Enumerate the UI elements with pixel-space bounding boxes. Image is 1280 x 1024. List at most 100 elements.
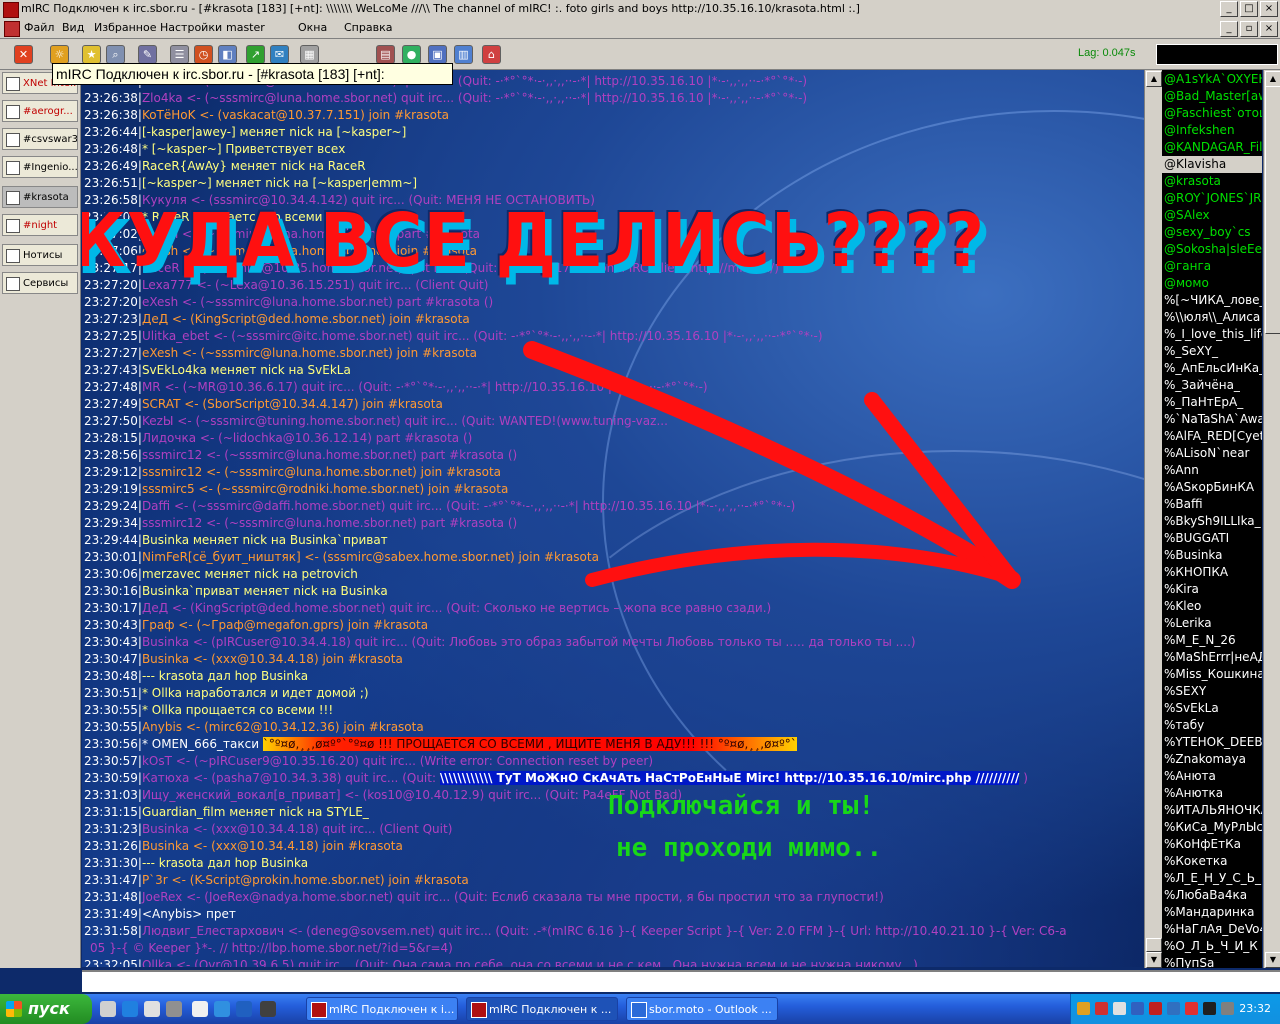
nick-item[interactable]: %Lerika — [1164, 615, 1212, 632]
maximize-button[interactable]: □ — [1240, 1, 1258, 17]
menu-master[interactable]: master — [226, 21, 265, 34]
network-icon[interactable] — [1131, 1002, 1144, 1015]
nick-item[interactable]: %КоНфЕтКа — [1164, 836, 1241, 853]
menu-favorites[interactable]: Избранное — [94, 21, 156, 34]
chat-window[interactable]: 23:26:36|Zlo4ka <- (~sssmirc@luna.home.s… — [82, 70, 1144, 967]
nick-item[interactable]: %Ann — [1164, 462, 1199, 479]
favorites-icon[interactable]: ★ — [82, 45, 101, 64]
quicklaunch-icon[interactable] — [166, 1001, 182, 1017]
nick-item[interactable]: %ИТАЛЬЯНОЧКА — [1164, 802, 1262, 819]
child-close-button[interactable]: × — [1260, 21, 1278, 37]
scroll-down-arrow[interactable]: ▼ — [1146, 952, 1162, 968]
nick-list[interactable]: @A1sYkA`OXYEH@Bad_Master[away]@Faschiest… — [1162, 70, 1262, 968]
nick-item[interactable]: %\\юля\\_Алиса — [1164, 309, 1260, 326]
taskbar-item-mirc-1[interactable]: mIRC Подключен к i... — [306, 997, 458, 1021]
chat-scrollbar[interactable]: ▲ ▼ — [1144, 70, 1162, 968]
tile-icon[interactable]: ▦ — [300, 45, 319, 64]
nick-item[interactable]: %НаГлАя_DeVo4Ka — [1164, 921, 1262, 938]
switchbar-tab[interactable]: #night — [2, 214, 78, 236]
nick-item[interactable]: %Кокетка — [1164, 853, 1228, 870]
nick-item[interactable]: %`NaTaShA`Away — [1164, 411, 1262, 428]
quicklaunch-icon[interactable] — [144, 1001, 160, 1017]
timer-icon[interactable]: ◷ — [194, 45, 213, 64]
nick-item[interactable]: %[~ЧИКА_лове_тебя] — [1164, 292, 1262, 309]
nick-item[interactable]: %Анюта — [1164, 768, 1216, 785]
nick-item[interactable]: %ЛюбаВа4ка — [1164, 887, 1247, 904]
nick-item[interactable]: %Kira — [1164, 581, 1199, 598]
nick-item[interactable]: @SAlex — [1164, 207, 1210, 224]
nick-item[interactable]: @Bad_Master[away] — [1164, 88, 1262, 105]
scroll-thumb[interactable] — [1146, 938, 1162, 952]
quicklaunch-icon[interactable] — [236, 1001, 252, 1017]
menu-file[interactable]: Файл — [24, 21, 54, 34]
message-input[interactable] — [82, 970, 1280, 992]
options-icon[interactable]: ☼ — [50, 45, 69, 64]
nick-item[interactable]: @Sokosha|sleEeEp — [1164, 241, 1262, 258]
quicklaunch-icon[interactable] — [214, 1001, 230, 1017]
nick-item[interactable]: %BkySh9ILLIka_ — [1164, 513, 1261, 530]
nick-item[interactable]: %ALisoN`near — [1164, 445, 1249, 462]
dcc-send-icon[interactable]: ↗ — [246, 45, 265, 64]
scroll-down-arrow[interactable]: ▼ — [1265, 952, 1280, 968]
close-button[interactable]: × — [1260, 1, 1278, 17]
nick-item[interactable]: %Baffi — [1164, 496, 1203, 513]
nick-item[interactable]: %Анютка — [1164, 785, 1223, 802]
nick-item[interactable]: %Л_Е_Н_У_С_Ь_К_А — [1164, 870, 1262, 887]
nick-item[interactable]: %M_E_N_26 — [1164, 632, 1236, 649]
switchbar-tab[interactable]: Сервисы — [2, 272, 78, 294]
nick-item[interactable]: %_АпЕльсИнКа_ — [1164, 360, 1262, 377]
nick-item[interactable]: @krasota — [1164, 173, 1221, 190]
scroll-up-arrow[interactable]: ▲ — [1146, 71, 1162, 87]
nick-item[interactable]: %ПупSа — [1164, 955, 1214, 968]
nick-item[interactable]: %_Зайчёна_ — [1164, 377, 1240, 394]
search-icon[interactable]: ⌕ — [106, 45, 125, 64]
window-titlebar[interactable]: mIRC Подключен к irc.sbor.ru - [#krasota… — [0, 0, 1280, 20]
connect-icon[interactable]: ✕ — [14, 45, 33, 64]
nick-item[interactable]: %YTEHOK_DEEBOU — [1164, 734, 1262, 751]
nick-item[interactable]: %MaShErrr|неАДЕКВАТ — [1164, 649, 1262, 666]
show-desktop-icon[interactable] — [100, 1001, 116, 1017]
nick-item[interactable]: %КиСа_МуРлЫсА — [1164, 819, 1262, 836]
taskbar-item-outlook[interactable]: sbor.moto - Outlook ... — [626, 997, 778, 1021]
child-minimize-button[interactable]: _ — [1220, 21, 1238, 37]
tray-icon[interactable] — [1149, 1002, 1162, 1015]
script-editor-icon[interactable]: ✎ — [138, 45, 157, 64]
home-icon[interactable]: ⌂ — [482, 45, 501, 64]
nick-item[interactable]: %ASкорБинКА — [1164, 479, 1254, 496]
tray-icon[interactable] — [1095, 1002, 1108, 1015]
nick-item[interactable]: %AlFA_RED[Cyeta] — [1164, 428, 1262, 445]
mirc-app-icon[interactable] — [3, 2, 19, 18]
tray-icon[interactable] — [1185, 1002, 1198, 1015]
menu-help[interactable]: Справка — [344, 21, 392, 34]
nick-item[interactable]: %Businka — [1164, 547, 1223, 564]
nick-item[interactable]: @Faschiest`отошел — [1164, 105, 1262, 122]
tray-icon[interactable] — [1221, 1002, 1234, 1015]
notify-icon[interactable]: ● — [402, 45, 421, 64]
nick-item[interactable]: @Infekshen — [1164, 122, 1235, 139]
nick-item[interactable]: %BUGGATI — [1164, 530, 1229, 547]
nick-item[interactable]: %Znakomaya — [1164, 751, 1246, 768]
nick-item[interactable]: %Miss_Кошкина — [1164, 666, 1262, 683]
dcc-chat-icon[interactable]: ✉ — [270, 45, 289, 64]
scroll-up-arrow[interactable]: ▲ — [1265, 71, 1280, 87]
notepad-icon[interactable] — [192, 1001, 208, 1017]
colors-icon[interactable]: ◧ — [218, 45, 237, 64]
cascade-icon[interactable]: ▣ — [428, 45, 447, 64]
nick-item[interactable]: @KANDAGAR_FiltR — [1164, 139, 1262, 156]
nick-item[interactable]: @момо — [1164, 275, 1209, 292]
start-button[interactable]: пуск — [0, 994, 92, 1024]
nicklist-scrollbar[interactable]: ▲ ▼ — [1263, 70, 1280, 968]
nick-item[interactable]: @A1sYkA`OXYEH — [1164, 71, 1262, 88]
switchbar-tab[interactable]: #krasota — [2, 186, 78, 208]
nick-item[interactable]: %_ПаНтЕрА_ — [1164, 394, 1243, 411]
nick-item[interactable]: %Мандаринка — [1164, 904, 1254, 921]
log-icon[interactable]: ▤ — [376, 45, 395, 64]
taskbar-item-mirc-2[interactable]: mIRC Подключен к ... — [466, 997, 618, 1021]
nick-item[interactable]: %О_Л_Ь_Ч_И_К — [1164, 938, 1258, 955]
menu-view[interactable]: Вид — [62, 21, 84, 34]
switchbar-tab[interactable]: #Ingenio... — [2, 156, 78, 178]
menu-settings[interactable]: Настройки — [160, 21, 222, 34]
menu-windows[interactable]: Окна — [298, 21, 327, 34]
nick-item[interactable]: @ROY`JONES`JR — [1164, 190, 1262, 207]
ie-icon[interactable] — [122, 1001, 138, 1017]
